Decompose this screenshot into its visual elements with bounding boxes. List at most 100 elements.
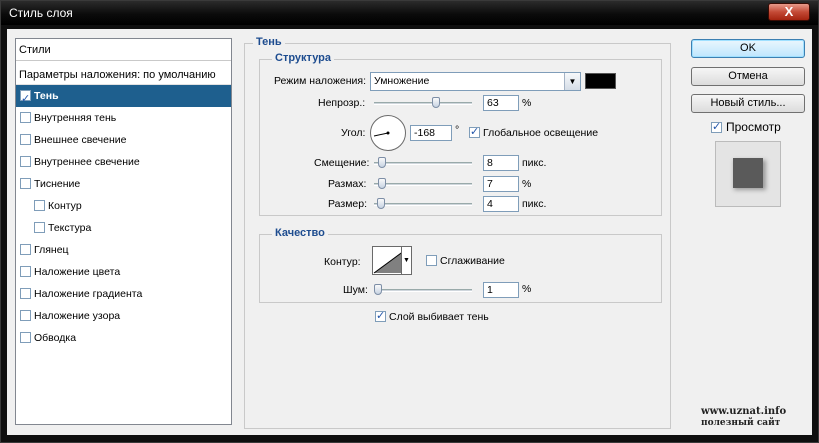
opacity-slider-thumb[interactable] <box>432 97 440 108</box>
opacity-unit: % <box>522 97 532 109</box>
knockout-checkbox[interactable] <box>375 309 386 322</box>
opacity-input[interactable]: 63 <box>483 95 519 111</box>
style-item-label: Внешнее свечение <box>34 134 127 146</box>
preview-swatch <box>733 158 763 188</box>
dropdown-arrow-icon[interactable]: ▼ <box>564 73 580 90</box>
noise-label: Шум: <box>343 284 368 296</box>
style-item-label: Тень <box>34 90 59 102</box>
new-style-button[interactable]: Новый стиль... <box>691 94 805 113</box>
blend-mode-value: Умножение <box>374 75 430 87</box>
preview-checkbox[interactable] <box>711 120 722 133</box>
style-item-checkbox[interactable] <box>34 222 45 233</box>
style-item[interactable]: Тиснение <box>16 173 231 195</box>
structure-title: Структура <box>272 52 334 64</box>
noise-input[interactable]: 1 <box>483 282 519 298</box>
style-item-label: Тиснение <box>34 178 81 190</box>
angle-unit: ° <box>455 124 460 136</box>
style-item-checkbox[interactable] <box>20 288 31 299</box>
spread-slider-thumb[interactable] <box>378 178 386 189</box>
spread-label: Размах: <box>328 178 367 190</box>
size-label: Размер: <box>328 198 368 210</box>
style-item[interactable]: Внутренняя тень <box>16 107 231 129</box>
style-item[interactable]: Обводка <box>16 327 231 349</box>
style-item[interactable]: Текстура <box>16 217 231 239</box>
style-item-checkbox[interactable] <box>20 244 31 255</box>
structure-group: Структура Режим наложения: Умножение ▼ Н… <box>259 52 662 216</box>
contour-label: Контур: <box>324 256 361 268</box>
blending-options-item[interactable]: Параметры наложения: по умолчанию <box>16 65 231 85</box>
blend-mode-select[interactable]: Умножение ▼ <box>370 72 581 91</box>
size-input[interactable]: 4 <box>483 196 519 212</box>
global-light-label[interactable]: Глобальное освещение <box>483 127 598 139</box>
style-item-label: Контур <box>48 200 82 212</box>
opacity-label: Непрозр.: <box>318 97 366 109</box>
title-bar[interactable]: Стиль слоя X <box>1 1 818 25</box>
distance-label: Смещение: <box>314 157 370 169</box>
global-light-checkbox[interactable] <box>469 125 480 138</box>
opacity-slider-track[interactable] <box>374 102 472 105</box>
style-item-checkbox[interactable] <box>20 332 31 343</box>
style-item-label: Глянец <box>34 244 69 256</box>
cancel-button[interactable]: Отмена <box>691 67 805 86</box>
angle-input[interactable]: -168 <box>410 125 452 141</box>
angle-label: Угол: <box>341 127 366 139</box>
quality-title: Качество <box>272 227 328 239</box>
distance-input[interactable]: 8 <box>483 155 519 171</box>
style-item[interactable]: Внутреннее свечение <box>16 151 231 173</box>
section-title: Тень <box>253 36 285 48</box>
style-item-label: Наложение узора <box>34 310 121 322</box>
antialias-checkbox[interactable] <box>426 255 437 266</box>
style-item-label: Обводка <box>34 332 77 344</box>
style-item-label: Наложение градиента <box>34 288 143 300</box>
style-item-checkbox[interactable] <box>34 200 45 211</box>
size-slider-track[interactable] <box>374 203 472 206</box>
distance-slider-track[interactable] <box>374 162 472 165</box>
close-button[interactable]: X <box>768 3 810 21</box>
styles-list: Стили Параметры наложения: по умолчанию … <box>15 38 232 425</box>
style-item[interactable]: Наложение цвета <box>16 261 231 283</box>
spread-slider-track[interactable] <box>374 183 472 186</box>
style-item-checkbox[interactable] <box>20 310 31 321</box>
style-item-checkbox[interactable] <box>20 156 31 167</box>
style-item-checkbox[interactable] <box>20 88 31 110</box>
style-item-label: Текстура <box>48 222 92 234</box>
style-preview <box>715 141 781 207</box>
noise-unit: % <box>522 283 532 295</box>
noise-slider-track[interactable] <box>374 289 472 292</box>
style-item-label: Внутреннее свечение <box>34 156 140 168</box>
antialias-label[interactable]: Сглаживание <box>440 255 505 267</box>
spread-unit: % <box>522 178 532 190</box>
distance-slider-thumb[interactable] <box>378 157 386 168</box>
spread-input[interactable]: 7 <box>483 176 519 192</box>
style-item[interactable]: Наложение градиента <box>16 283 231 305</box>
watermark-caption: полезный сайт <box>701 418 781 428</box>
style-item-label: Наложение цвета <box>34 266 121 278</box>
noise-slider-thumb[interactable] <box>374 284 382 295</box>
style-item-checkbox[interactable] <box>20 112 31 123</box>
style-item[interactable]: Контур <box>16 195 231 217</box>
angle-dial[interactable] <box>370 115 406 151</box>
style-item-checkbox[interactable] <box>20 134 31 145</box>
dialog-body: Стили Параметры наложения: по умолчанию … <box>7 29 812 435</box>
style-item-checkbox[interactable] <box>20 266 31 277</box>
style-item-label: Внутренняя тень <box>34 112 117 124</box>
style-item-checkbox[interactable] <box>20 178 31 189</box>
shadow-color-swatch[interactable] <box>585 73 616 89</box>
blend-mode-label: Режим наложения: <box>274 75 367 87</box>
quality-group: Качество Контур: ▼ Сглаживание Шум: 1 % <box>259 227 662 303</box>
size-unit: пикс. <box>522 198 547 210</box>
style-item[interactable]: Наложение узора <box>16 305 231 327</box>
size-slider-thumb[interactable] <box>377 198 385 209</box>
ok-button[interactable]: OK <box>691 39 805 58</box>
knockout-label[interactable]: Слой выбивает тень <box>389 311 489 323</box>
styles-header[interactable]: Стили <box>16 39 231 61</box>
contour-dropdown-icon[interactable]: ▼ <box>401 246 412 275</box>
angle-needle-icon <box>373 131 390 137</box>
watermark-url: www.uznat.info <box>701 406 787 417</box>
preview-label[interactable]: Просмотр <box>726 120 781 134</box>
distance-unit: пикс. <box>522 157 547 169</box>
window-title: Стиль слоя <box>9 6 73 20</box>
style-item[interactable]: Внешнее свечение <box>16 129 231 151</box>
style-item[interactable]: Глянец <box>16 239 231 261</box>
style-item[interactable]: Тень <box>16 85 231 110</box>
